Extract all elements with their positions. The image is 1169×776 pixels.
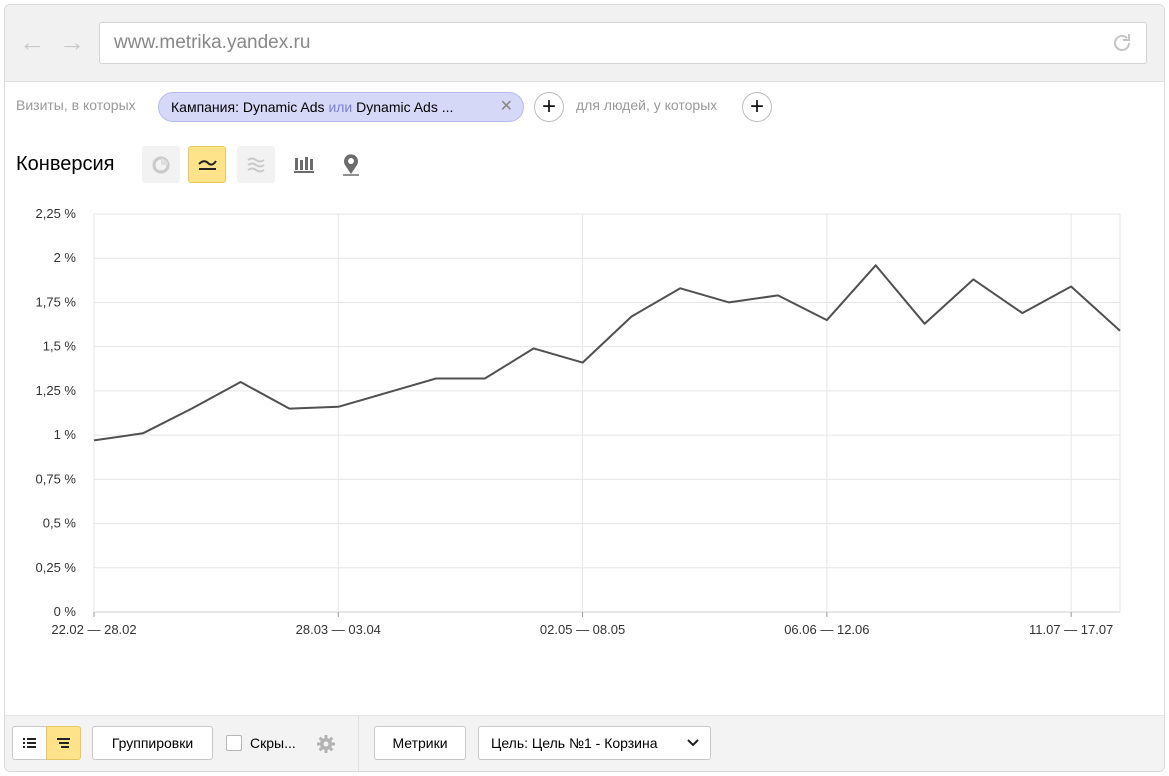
pie-chart-button[interactable] bbox=[142, 146, 180, 183]
y-tick-label: 0,25 % bbox=[36, 560, 77, 575]
url-text: www.metrika.yandex.ru bbox=[114, 32, 311, 53]
line-chart-button[interactable] bbox=[188, 146, 226, 183]
campaign-filter-chip[interactable]: Кампания: Dynamic Ads или Dynamic Ads ..… bbox=[158, 92, 524, 122]
area-chart-icon bbox=[247, 157, 265, 173]
add-visit-condition-button[interactable]: + bbox=[534, 92, 564, 122]
y-tick-label: 0,5 % bbox=[43, 516, 77, 531]
toolbar-divider bbox=[358, 716, 359, 771]
hide-checkbox-label: Скры... bbox=[250, 735, 296, 751]
y-tick-label: 0,75 % bbox=[36, 471, 77, 486]
add-people-condition-button[interactable]: + bbox=[742, 92, 772, 122]
back-arrow-icon[interactable]: ← bbox=[17, 27, 47, 57]
conversion-chart: 0 % 0,25 % 0,5 % 0,75 % 1 % 1,25 % 1,5 % 1,75 %… bbox=[36, 206, 1121, 637]
browser-toolbar: ← → www.metrika.yandex.ru bbox=[5, 5, 1164, 82]
map-pin-icon bbox=[343, 154, 359, 176]
bar-chart-icon bbox=[294, 157, 314, 173]
reload-icon[interactable] bbox=[1110, 31, 1134, 55]
list-view-button[interactable] bbox=[12, 726, 47, 760]
chip-text-part2: Dynamic Ads ... bbox=[352, 99, 454, 115]
area-chart-button[interactable] bbox=[237, 146, 275, 183]
y-tick-label: 1 % bbox=[54, 427, 77, 442]
map-button[interactable] bbox=[332, 146, 370, 183]
hide-checkbox[interactable] bbox=[226, 735, 242, 751]
goal-select-label: Цель: Цель №1 - Корзина bbox=[491, 735, 658, 751]
segment-filter-row: Визиты, в которых Кампания: Dynamic Ads … bbox=[5, 87, 1164, 127]
x-tick-label: 06.06 — 12.06 bbox=[784, 622, 869, 637]
report-toolbar: Группировки Скры... Метрики Цель: Цель №… bbox=[5, 715, 1164, 771]
tree-view-button[interactable] bbox=[46, 726, 81, 760]
y-tick-label: 0 % bbox=[54, 604, 77, 619]
y-tick-label: 1,5 % bbox=[43, 339, 77, 354]
gear-icon[interactable] bbox=[315, 733, 337, 755]
forward-arrow-icon[interactable]: → bbox=[57, 27, 87, 57]
tree-list-icon bbox=[57, 738, 70, 748]
chart-title: Конверсия bbox=[16, 153, 115, 175]
line-chart-icon bbox=[198, 160, 217, 170]
pie-chart-icon bbox=[152, 156, 170, 174]
x-tick-label: 22.02 — 28.02 bbox=[51, 622, 136, 637]
people-label: для людей, у которых bbox=[576, 97, 718, 113]
series-line bbox=[93, 264, 1121, 442]
y-tick-label: 2 % bbox=[54, 250, 77, 265]
groupings-button[interactable]: Группировки bbox=[92, 726, 213, 760]
y-tick-label: 1,25 % bbox=[36, 383, 77, 398]
x-tick-label: 28.03 — 03.04 bbox=[296, 622, 381, 637]
goal-select[interactable]: Цель: Цель №1 - Корзина bbox=[478, 726, 711, 760]
bar-chart-button[interactable] bbox=[285, 146, 323, 183]
chip-or-text: или bbox=[328, 99, 353, 115]
x-tick-label: 11.07 — 17.07 bbox=[1029, 622, 1113, 637]
close-icon[interactable]: ✕ bbox=[500, 93, 513, 121]
y-tick-label: 2,25 % bbox=[36, 206, 77, 221]
metrics-button[interactable]: Метрики bbox=[374, 726, 466, 760]
chevron-down-icon bbox=[687, 739, 699, 747]
list-icon bbox=[23, 738, 36, 748]
address-bar[interactable]: www.metrika.yandex.ru bbox=[99, 22, 1147, 64]
chip-text-part1: Кампания: Dynamic Ads bbox=[171, 99, 329, 115]
x-tick-label: 02.05 — 08.05 bbox=[540, 622, 625, 637]
y-tick-label: 1,75 % bbox=[36, 294, 77, 309]
visits-label: Визиты, в которых bbox=[16, 97, 136, 113]
app-window: ← → www.metrika.yandex.ru Визиты, в кото… bbox=[4, 4, 1165, 772]
